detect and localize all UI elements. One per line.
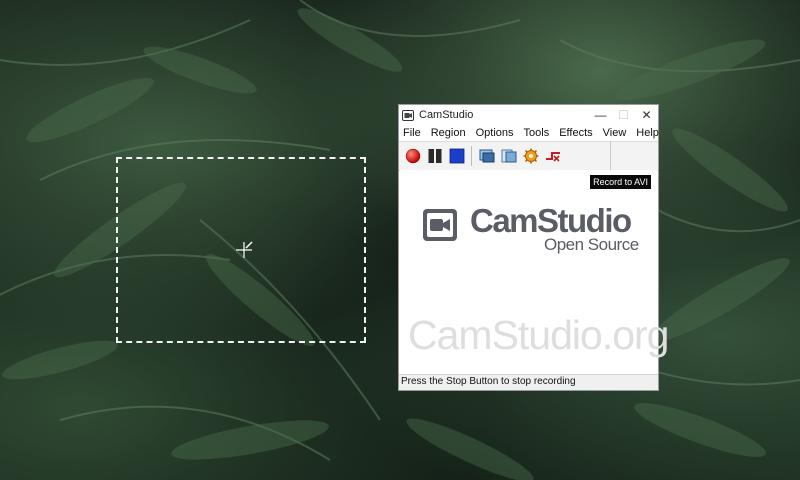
window-title: CamStudio bbox=[419, 109, 474, 121]
record-mode-badge: Record to AVI bbox=[590, 175, 651, 189]
menu-effects[interactable]: Effects bbox=[559, 127, 592, 139]
close-button[interactable]: ✕ bbox=[635, 105, 658, 125]
status-bar: Press the Stop Button to stop recording bbox=[399, 374, 658, 390]
toolbar bbox=[399, 141, 658, 171]
menu-help[interactable]: Help bbox=[636, 127, 659, 139]
status-text: Press the Stop Button to stop recording bbox=[401, 376, 576, 387]
pause-icon[interactable] bbox=[427, 148, 443, 164]
crosshair-cursor-icon bbox=[236, 241, 253, 258]
preview-area: Record to AVI CamStudio Open Source CamS… bbox=[400, 170, 669, 376]
annotation-icon[interactable] bbox=[479, 148, 495, 164]
toolbar-separator bbox=[471, 146, 472, 166]
record-icon[interactable] bbox=[405, 148, 421, 164]
menu-file[interactable]: File bbox=[403, 127, 421, 139]
title-bar[interactable]: CamStudio — ☐ ✕ bbox=[399, 105, 658, 125]
website-watermark: CamStudio.org bbox=[408, 312, 669, 358]
menu-options[interactable]: Options bbox=[476, 127, 514, 139]
maximize-button: ☐ bbox=[618, 108, 629, 122]
camstudio-logo-icon bbox=[423, 209, 457, 241]
camstudio-window: CamStudio — ☐ ✕ File Region Options Tool… bbox=[398, 104, 669, 391]
settings-icon[interactable] bbox=[523, 148, 539, 164]
menu-bar: File Region Options Tools Effects View H… bbox=[399, 125, 659, 141]
menu-tools[interactable]: Tools bbox=[524, 127, 550, 139]
logo-subtitle: Open Source bbox=[544, 235, 639, 254]
region-icon[interactable] bbox=[545, 148, 561, 164]
menu-view[interactable]: View bbox=[603, 127, 627, 139]
video-options-icon[interactable] bbox=[501, 148, 517, 164]
minimize-button[interactable]: — bbox=[589, 105, 612, 125]
camstudio-app-icon bbox=[402, 109, 414, 121]
stop-icon[interactable] bbox=[449, 148, 465, 164]
toolbar-divider bbox=[610, 142, 611, 170]
menu-region[interactable]: Region bbox=[431, 127, 466, 139]
